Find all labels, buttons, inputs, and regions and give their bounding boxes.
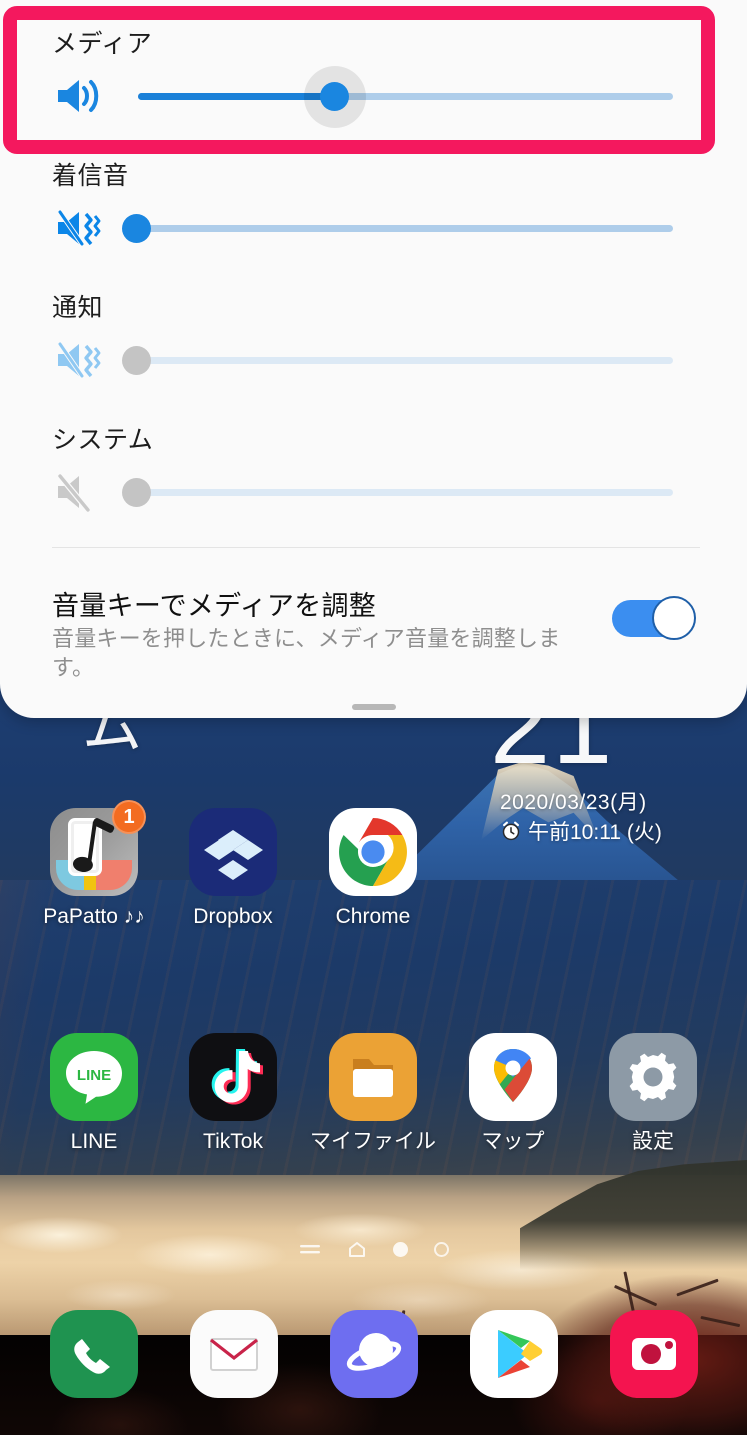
svg-text:LINE: LINE xyxy=(77,1067,111,1084)
volume-label-media: メディア xyxy=(52,30,153,58)
dock-app-email[interactable] xyxy=(184,1310,284,1398)
app-label: 設定 xyxy=(632,1130,674,1153)
home-icon[interactable] xyxy=(347,1240,367,1258)
papatto-icon: 1 xyxy=(50,800,146,896)
slider-thumb[interactable] xyxy=(122,214,151,243)
slider-track[interactable] xyxy=(138,357,673,364)
phone-icon xyxy=(50,1310,138,1398)
dock-app-internet[interactable] xyxy=(324,1310,424,1398)
vibrate-icon[interactable] xyxy=(52,202,108,254)
volume-row-ringtone: 着信音 xyxy=(0,156,747,276)
volume-label-ringtone: 着信音 xyxy=(52,162,129,190)
page-indicators xyxy=(0,1240,747,1258)
maps-pin-icon xyxy=(469,1033,557,1121)
notification-badge: 1 xyxy=(112,800,146,834)
setting-description: 音量キーを押したときに、メディア音量を調整します。 xyxy=(52,626,561,681)
app-settings[interactable]: 設定 xyxy=(583,1033,723,1155)
tiktok-icon xyxy=(189,1033,277,1121)
app-chrome[interactable]: Chrome xyxy=(303,808,443,930)
volume-slider-notification[interactable] xyxy=(52,334,692,386)
app-papatto[interactable]: 1 PaPatto ♪♪ xyxy=(24,800,164,930)
app-label: TikTok xyxy=(203,1130,263,1153)
media-key-toggle[interactable] xyxy=(612,596,696,640)
dock-app-camera[interactable] xyxy=(604,1310,704,1398)
toggle-knob xyxy=(652,596,696,640)
envelope-icon xyxy=(190,1310,278,1398)
volume-slider-media[interactable] xyxy=(52,66,692,128)
setting-title: 音量キーでメディアを調整 xyxy=(52,591,377,621)
panel-divider xyxy=(52,547,700,548)
samsung-internet-icon xyxy=(330,1310,418,1398)
volume-row-media: メディア xyxy=(0,24,747,144)
volume-label-system: システム xyxy=(52,426,154,454)
volume-row-notification: 通知 xyxy=(0,288,747,408)
page-dot-inactive[interactable] xyxy=(433,1241,449,1257)
slider-track[interactable] xyxy=(138,489,673,496)
volume-up-icon[interactable] xyxy=(52,70,108,122)
app-myfiles[interactable]: マイファイル xyxy=(303,1033,443,1155)
lines-icon[interactable] xyxy=(299,1241,321,1257)
drag-handle[interactable] xyxy=(352,704,396,710)
page-dot-active[interactable] xyxy=(392,1241,408,1257)
chrome-icon xyxy=(329,808,417,896)
line-icon: LINE xyxy=(50,1033,138,1121)
slider-thumb[interactable] xyxy=(122,346,151,375)
app-label: マイファイル xyxy=(310,1130,436,1153)
dock-app-phone[interactable] xyxy=(44,1310,144,1398)
gear-icon xyxy=(609,1033,697,1121)
app-label: Dropbox xyxy=(193,905,273,928)
slider-thumb[interactable] xyxy=(320,82,349,111)
app-line[interactable]: LINE LINE xyxy=(24,1033,164,1155)
volume-slider-ringtone[interactable] xyxy=(52,202,692,254)
slider-track[interactable] xyxy=(138,225,673,232)
slider-thumb[interactable] xyxy=(122,478,151,507)
volume-row-system: システム xyxy=(0,420,747,540)
app-dropbox[interactable]: Dropbox xyxy=(163,808,303,930)
phone-screen: ム 21 2020/03/23(月) 午前10:11 (火) 1 PaPatto… xyxy=(0,0,747,1435)
app-tiktok[interactable]: TikTok xyxy=(163,1033,303,1155)
camera-icon xyxy=(610,1310,698,1398)
app-label: Chrome xyxy=(335,905,411,928)
app-label: LINE xyxy=(70,1130,118,1153)
volume-panel: メディア 着信音 通知 システム 音量キーでメディアを調整 音量キーを押したとき… xyxy=(0,0,747,718)
app-label: マップ xyxy=(481,1130,545,1153)
volume-mute-icon[interactable] xyxy=(52,466,108,518)
play-store-icon xyxy=(470,1310,558,1398)
vibrate-icon-light[interactable] xyxy=(52,334,108,386)
dock-app-play[interactable] xyxy=(464,1310,564,1398)
dock xyxy=(0,1300,747,1420)
app-label: PaPatto ♪♪ xyxy=(43,905,145,928)
app-maps[interactable]: マップ xyxy=(443,1033,583,1155)
volume-slider-system[interactable] xyxy=(52,466,692,518)
volume-label-notification: 通知 xyxy=(52,294,104,322)
media-key-setting-row[interactable]: 音量キーでメディアを調整 音量キーを押したときに、メディア音量を調整します。 xyxy=(0,578,747,688)
folder-icon xyxy=(329,1033,417,1121)
dropbox-icon xyxy=(189,808,277,896)
